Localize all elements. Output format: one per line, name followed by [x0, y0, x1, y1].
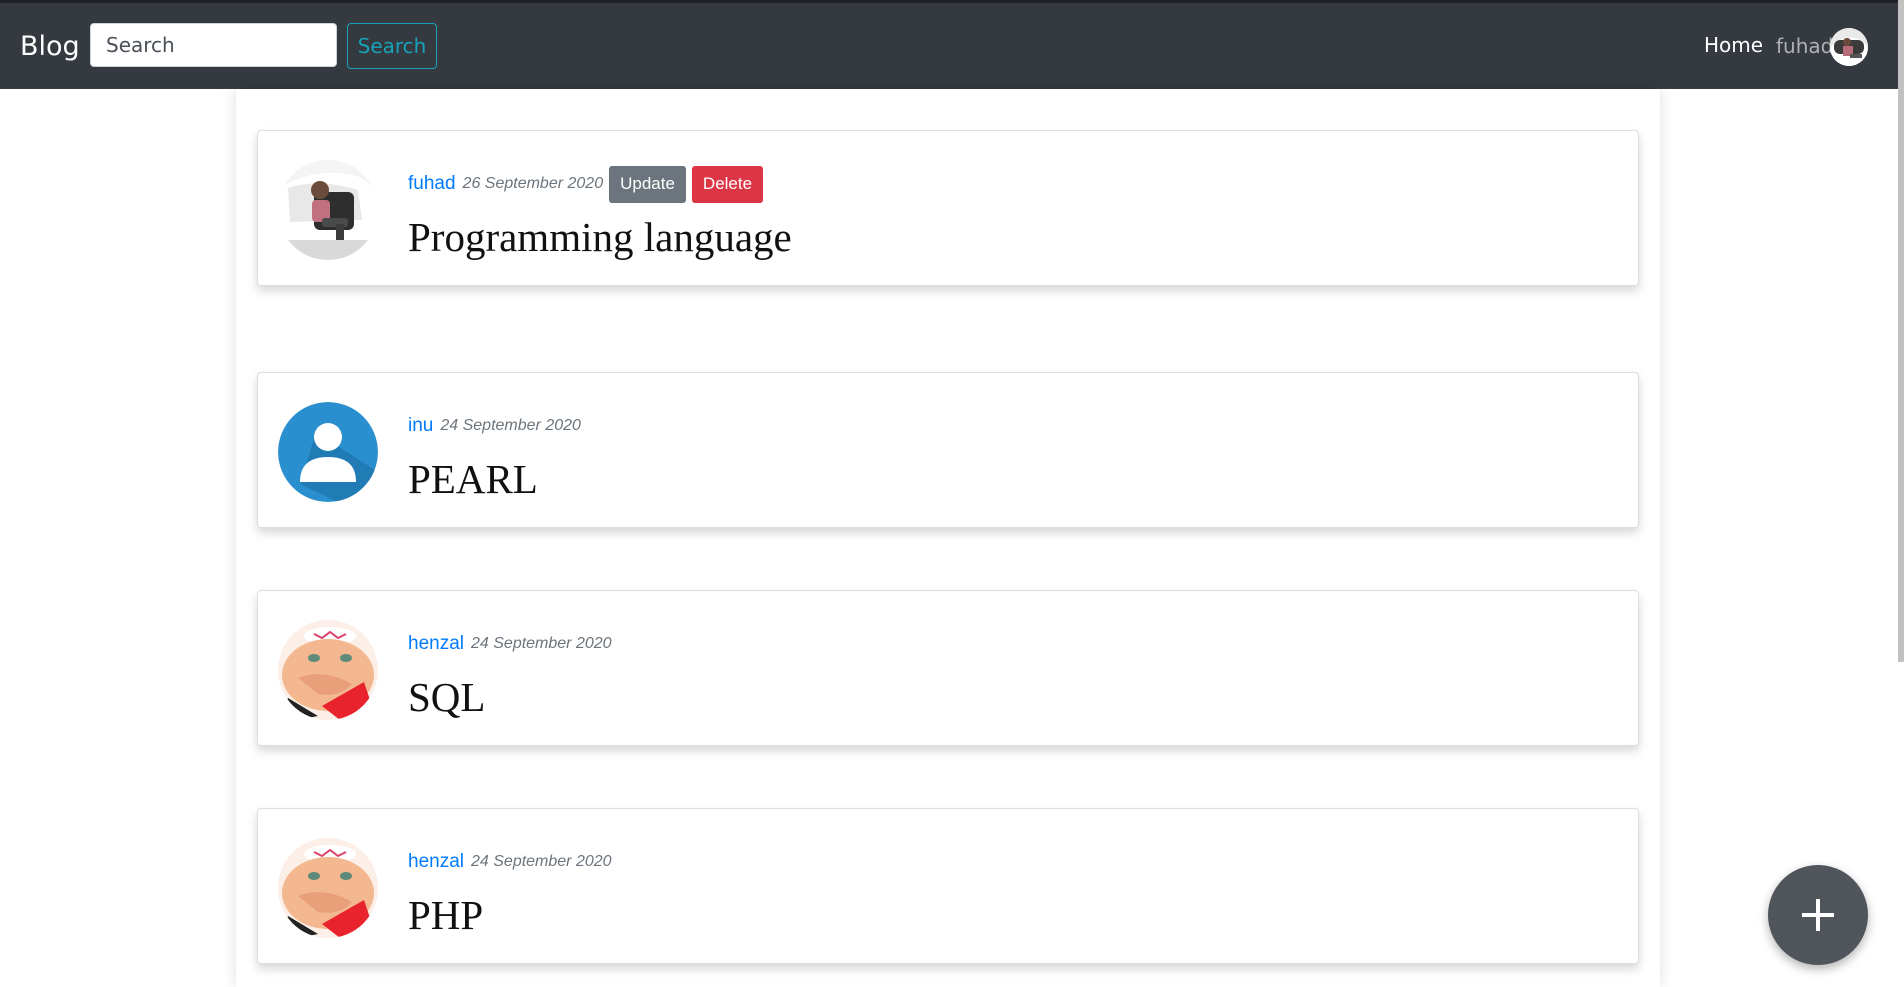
search-button[interactable]: Search [347, 23, 437, 69]
post-date: 26 September 2020 [462, 175, 604, 192]
search-input[interactable] [90, 23, 337, 67]
default-user-icon [278, 402, 378, 502]
author-link[interactable]: henzal [408, 633, 464, 655]
post-date: 24 September 2020 [471, 853, 612, 870]
post-meta: inu 24 September 2020 [408, 409, 587, 443]
post-meta: fuhad 26 September 2020 Update Delete [408, 165, 764, 203]
nav-username[interactable]: fuhad [1776, 34, 1833, 58]
author-link[interactable]: henzal [408, 851, 464, 873]
navbar: Blog Search Home fuhad [0, 3, 1898, 89]
scrollbar-thumb[interactable] [1898, 0, 1904, 662]
post-title[interactable]: Programming language [408, 214, 792, 260]
post-card: henzal 24 September 2020 SQL [257, 590, 1639, 746]
delete-button[interactable]: Delete [691, 165, 764, 203]
post-meta: henzal 24 September 2020 [408, 627, 618, 661]
post-title[interactable]: SQL [408, 674, 485, 720]
post-date: 24 September 2020 [440, 417, 581, 434]
post-card: inu 24 September 2020 PEARL [257, 372, 1639, 528]
post-card: henzal 24 September 2020 PHP [257, 808, 1639, 964]
author-avatar-icon [278, 838, 378, 938]
author-avatar-icon [278, 620, 378, 720]
author-link[interactable]: fuhad [408, 173, 456, 195]
plus-icon [1802, 899, 1834, 931]
user-avatar-icon[interactable] [1830, 28, 1868, 66]
update-button[interactable]: Update [609, 165, 686, 203]
post-meta: henzal 24 September 2020 [408, 845, 618, 879]
add-post-button[interactable] [1768, 865, 1868, 965]
post-card: fuhad 26 September 2020 Update Delete Pr… [257, 130, 1639, 286]
author-avatar-icon [278, 160, 378, 260]
post-date: 24 September 2020 [471, 635, 612, 652]
nav-home-link[interactable]: Home [1704, 33, 1763, 57]
post-title[interactable]: PHP [408, 892, 483, 938]
post-title[interactable]: PEARL [408, 456, 538, 502]
author-link[interactable]: inu [408, 415, 433, 437]
brand-logo[interactable]: Blog [20, 31, 80, 62]
